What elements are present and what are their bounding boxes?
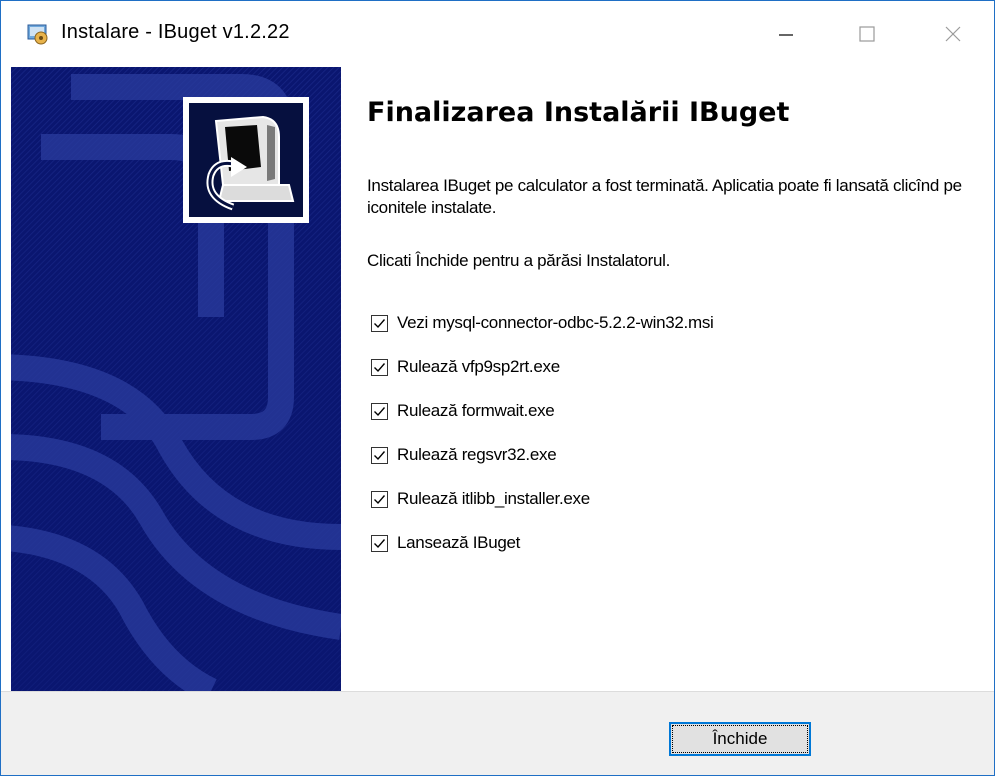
wizard-banner-image (11, 67, 341, 691)
minimize-button[interactable] (746, 1, 826, 67)
option-run-vfp9sp2rt[interactable]: Rulează vfp9sp2rt.exe (371, 354, 560, 380)
close-window-button[interactable] (913, 1, 993, 67)
close-instruction: Clicati Închide pentru a părăsi Instalat… (367, 251, 671, 270)
option-run-itlibb-installer[interactable]: Rulează itlibb_installer.exe (371, 486, 590, 512)
option-label: Rulează formwait.exe (397, 401, 555, 420)
completion-message: Instalarea IBuget pe calculator a fost t… (367, 176, 962, 217)
close-installer-button[interactable]: Închide (669, 722, 811, 756)
page-title: Finalizarea Instalării IBuget (367, 97, 790, 128)
checkmark-icon (374, 450, 386, 460)
installer-window: Instalare - IBuget v1.2.22 Finalizarea I… (0, 0, 995, 776)
checkmark-icon (374, 362, 386, 372)
content-panel: Finalizarea Instalării IBuget Instalarea… (341, 67, 994, 691)
checkbox[interactable] (371, 490, 388, 508)
title-bar[interactable]: Instalare - IBuget v1.2.22 (1, 1, 994, 67)
close-button-label: Închide (712, 729, 768, 748)
option-label: Lansează IBuget (397, 533, 521, 552)
checkbox[interactable] (371, 358, 388, 376)
option-launch-ibuget[interactable]: Lansează IBuget (371, 530, 520, 556)
checkbox[interactable] (371, 402, 388, 420)
maximize-button[interactable] (827, 1, 907, 67)
checkmark-icon (374, 494, 386, 504)
installer-app-icon (27, 24, 48, 45)
checkbox[interactable] (371, 314, 388, 332)
minimize-icon (779, 34, 793, 36)
option-label: Rulează itlibb_installer.exe (397, 489, 590, 508)
option-run-formwait[interactable]: Rulează formwait.exe (371, 398, 555, 424)
checkbox[interactable] (371, 446, 388, 464)
option-view-mysql-connector[interactable]: Vezi mysql-connector-odbc-5.2.2-win32.ms… (371, 310, 714, 336)
close-icon (945, 26, 961, 42)
window-title: Instalare - IBuget v1.2.22 (61, 21, 290, 43)
checkmark-icon (374, 538, 386, 548)
button-bar: Închide (1, 691, 994, 775)
maximize-icon (859, 26, 875, 42)
option-label: Vezi mysql-connector-odbc-5.2.2-win32.ms… (397, 313, 714, 332)
checkmark-icon (374, 318, 386, 328)
checkbox[interactable] (371, 534, 388, 552)
option-run-regsvr32[interactable]: Rulează regsvr32.exe (371, 442, 557, 468)
option-label: Rulează regsvr32.exe (397, 445, 557, 464)
option-label: Rulează vfp9sp2rt.exe (397, 357, 560, 376)
checkmark-icon (374, 406, 386, 416)
